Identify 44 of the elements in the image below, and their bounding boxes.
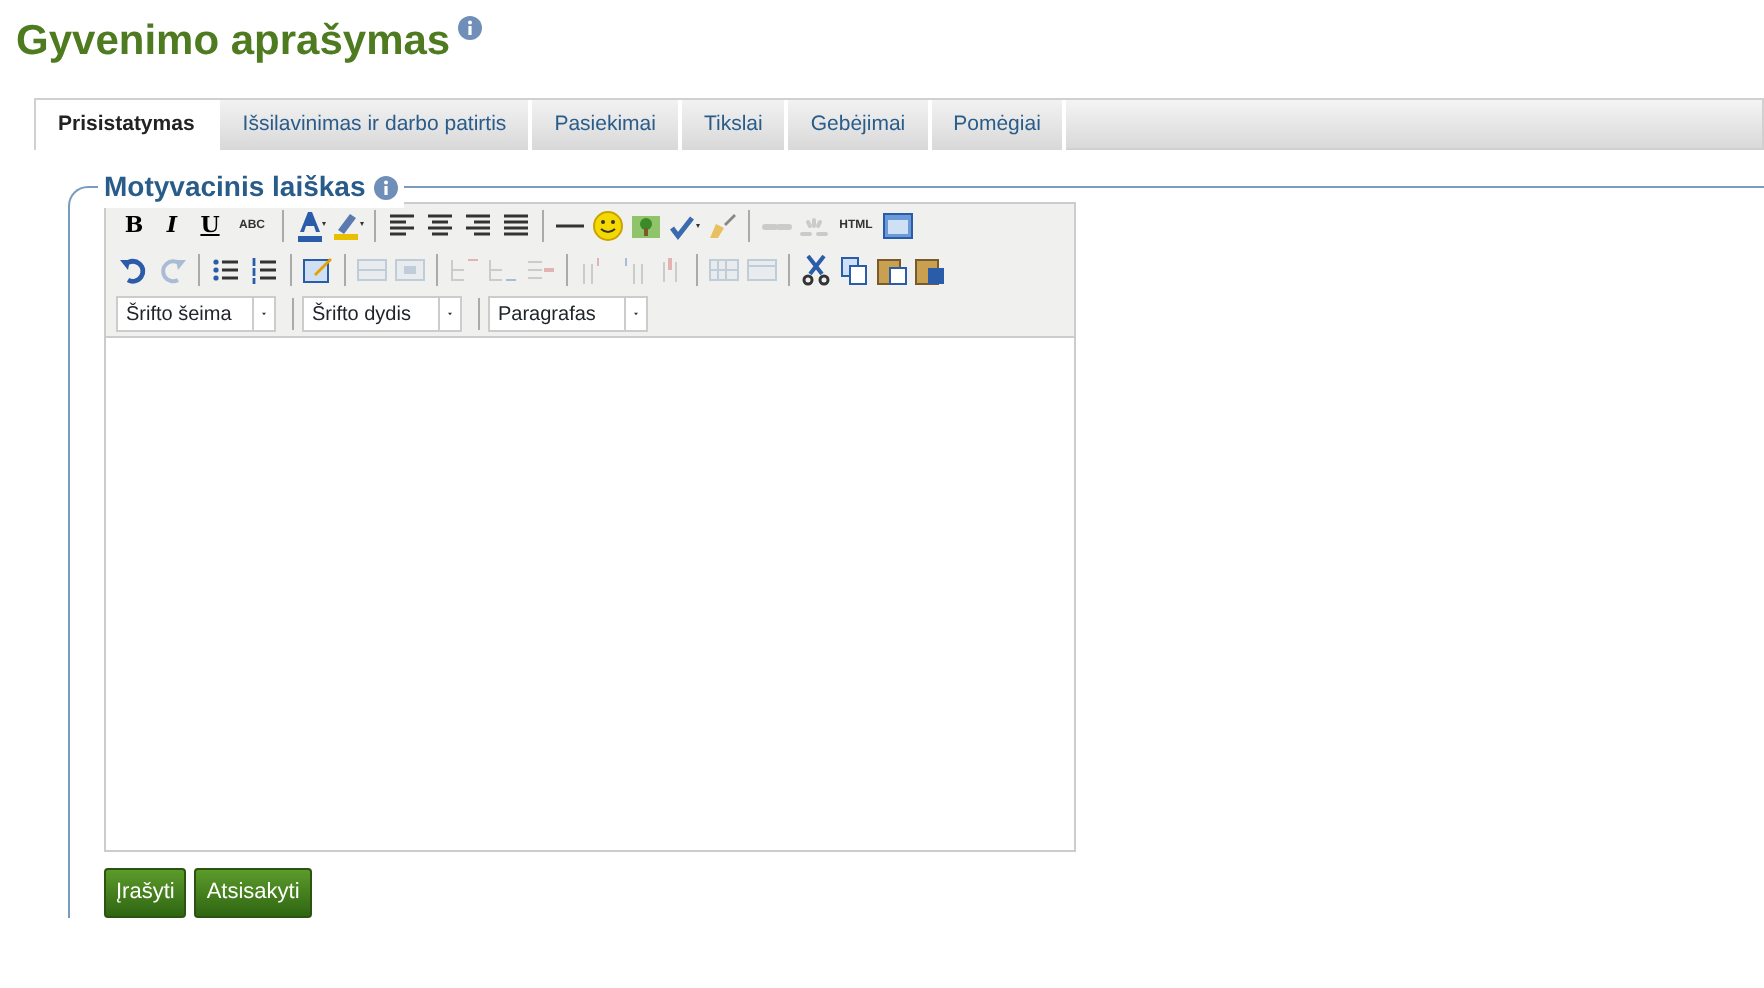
- paste-icon: [876, 254, 908, 287]
- toolbar-button[interactable]: U: [192, 208, 228, 245]
- tab[interactable]: Tikslai: [681, 100, 789, 151]
- toolbar-button[interactable]: [798, 252, 834, 289]
- page-title: Gyvenimo aprašymas: [16, 16, 451, 67]
- info-icon: [373, 175, 398, 200]
- toolbar-button[interactable]: [836, 252, 872, 289]
- fullscreen-icon: [882, 210, 914, 243]
- dropdown[interactable]: Šrifto šeima: [116, 296, 276, 333]
- tab[interactable]: Gebėjimai: [788, 100, 932, 151]
- form-button[interactable]: Įrašyti: [104, 868, 187, 918]
- form-button[interactable]: Atsisakyti: [194, 868, 312, 918]
- table-cell-icon: [394, 254, 426, 287]
- toolbar-button[interactable]: [292, 208, 328, 245]
- font-color-icon: [294, 210, 326, 243]
- horizontal-rule-icon: [556, 224, 584, 229]
- table-row-icon: [356, 254, 388, 287]
- dropdown[interactable]: Paragrafas: [488, 296, 648, 333]
- numbered-list-icon: [248, 254, 280, 287]
- brush-icon: [706, 210, 738, 243]
- section-legend: Motyvacinis laiškas: [104, 166, 366, 209]
- table-icon: [746, 254, 778, 287]
- tab[interactable]: Prisistatymas: [36, 100, 221, 151]
- tab[interactable]: Pomėgiai: [931, 100, 1067, 151]
- highlight-icon: [332, 210, 364, 243]
- table-icon: [708, 254, 740, 287]
- toolbar-button[interactable]: [880, 208, 916, 245]
- scissors-icon: [800, 254, 832, 287]
- paste-icon: [914, 254, 946, 287]
- undo-icon: [118, 254, 150, 287]
- edit-icon: [302, 254, 334, 287]
- toolbar-button[interactable]: [300, 252, 336, 289]
- smiley-icon: [592, 210, 624, 243]
- redo-icon: [156, 254, 188, 287]
- info-icon: [458, 16, 483, 40]
- bullet-list-icon: [210, 254, 242, 287]
- tab[interactable]: Pasiekimai: [532, 100, 682, 151]
- dropdown[interactable]: Šrifto dydis: [302, 296, 462, 333]
- image-icon: [630, 210, 662, 243]
- toolbar-button[interactable]: B: [116, 208, 152, 245]
- toolbar-button[interactable]: [590, 208, 626, 245]
- copy-icon: [838, 254, 870, 287]
- toolbar-button[interactable]: I: [154, 208, 190, 245]
- tab[interactable]: Išsilavinimas ir darbo patirtis: [220, 100, 533, 151]
